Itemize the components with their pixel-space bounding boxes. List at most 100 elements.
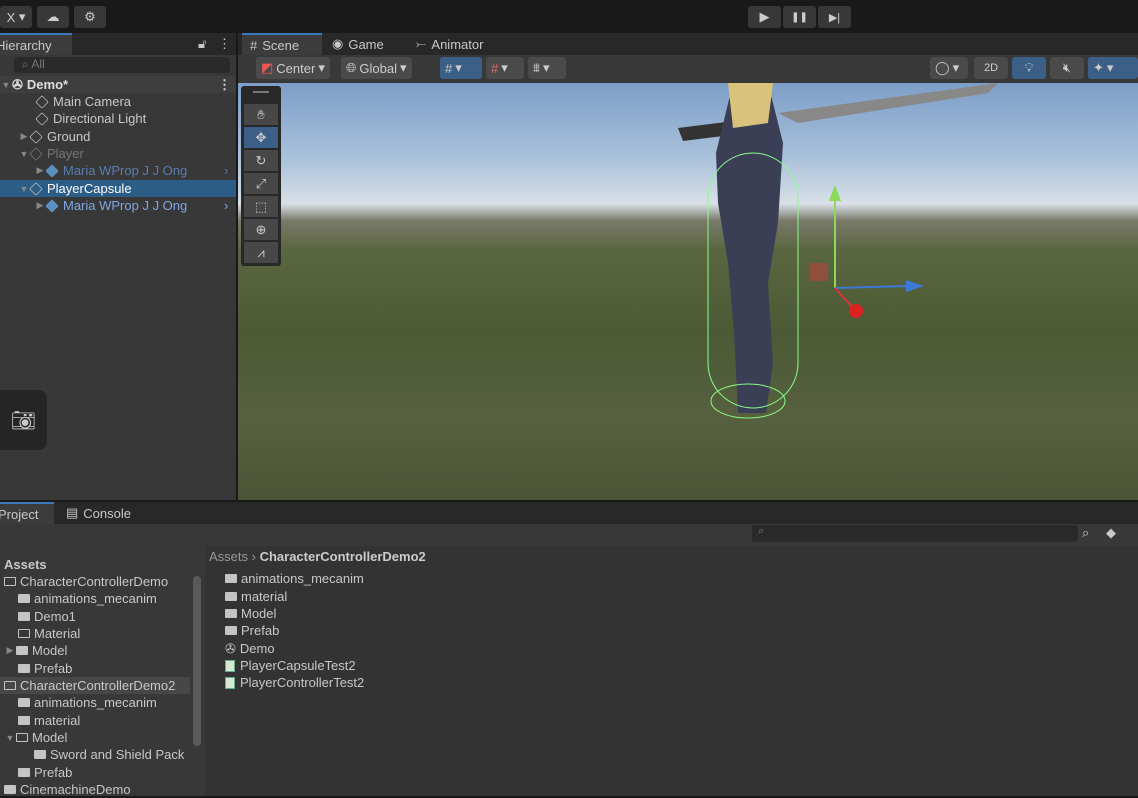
tree-scrollbar[interactable] <box>193 576 201 746</box>
file-item[interactable]: material <box>225 588 287 605</box>
file-item[interactable]: Prefab <box>225 622 279 639</box>
list-item[interactable]: ▶ Maria WProp J J Ong › <box>0 162 236 179</box>
list-item[interactable]: ▼ Player <box>0 145 236 162</box>
gizmo-x-handle[interactable] <box>849 304 863 318</box>
rect-tool[interactable]: ⬚ <box>244 196 278 217</box>
item-label: Prefab <box>34 661 73 676</box>
item-label: Model <box>32 643 68 658</box>
transform-icon: ⊕ <box>255 221 267 237</box>
cloud-button[interactable]: ☁ <box>37 6 69 28</box>
drag-handle[interactable] <box>253 91 269 93</box>
pause-button[interactable]: ❚❚ <box>783 6 816 28</box>
hierarchy-search-input[interactable]: ⌕ All <box>14 57 230 73</box>
gizmo-x-axis <box>834 287 854 309</box>
console-icon: ▤ <box>66 505 79 520</box>
effects-dropdown[interactable]: ✦ ▾ <box>1088 57 1138 79</box>
tab-animator[interactable]: ⤚ Animator <box>408 33 491 55</box>
hand-tool[interactable]: ✋︎ <box>244 104 278 125</box>
step-button[interactable]: ▶| <box>818 6 851 28</box>
tree-item[interactable]: ▼ Model <box>4 729 68 746</box>
tree-item[interactable]: Material <box>18 625 80 642</box>
main-toolbar: X ▾ ☁ ⚙ ▶ ❚❚ ▶| <box>0 0 1138 33</box>
tree-item[interactable]: Prefab <box>18 660 72 677</box>
tree-item[interactable]: animations_mecanim <box>18 694 157 711</box>
more-menu-icon[interactable]: ⋮ <box>218 77 231 93</box>
search-by-type-icon[interactable]: ⌕ <box>1082 525 1089 541</box>
tree-item[interactable]: CinemachineDemo <box>4 781 131 798</box>
prefab-icon <box>45 163 59 178</box>
grid-snap-button[interactable]: # ▾ <box>440 57 482 79</box>
tab-label: Project <box>0 506 39 522</box>
item-label: PlayerControllerTest2 <box>240 675 365 690</box>
account-dropdown[interactable]: X ▾ <box>0 6 32 28</box>
audio-toggle[interactable]: 🔇︎ <box>1050 57 1084 79</box>
tab-game[interactable]: ◉ Game <box>324 33 392 55</box>
space-dropdown[interactable]: 🌐︎ Global ▾ <box>341 57 412 79</box>
tab-project[interactable]: Project <box>0 502 54 524</box>
services-button[interactable]: ⚙ <box>74 6 106 28</box>
folder-open-icon <box>4 681 16 690</box>
lighting-toggle[interactable]: 💡︎ <box>1012 57 1046 79</box>
tab-console[interactable]: ▤ Console <box>58 502 139 524</box>
gizmo-y-arrow <box>829 185 841 201</box>
account-label: X <box>6 9 16 25</box>
pivot-dropdown[interactable]: ◩ Center ▾ <box>256 57 330 79</box>
chevron-right-icon[interactable]: › <box>224 198 228 213</box>
project-search-input[interactable]: ⌕ <box>752 525 1078 542</box>
hierarchy-panel: Hierarchy 🔓︎ ⋮ ⌕ All ▼ ✇ Demo* ⋮ Main Camer… <box>0 33 236 500</box>
hand-icon: ✋︎ <box>257 106 265 122</box>
tab-hierarchy[interactable]: Hierarchy <box>0 33 72 55</box>
item-label: CharacterControllerDemo2 <box>20 678 176 693</box>
breadcrumb-item[interactable]: CharacterControllerDemo2 <box>260 549 426 564</box>
list-item[interactable]: Directional Light <box>0 110 236 127</box>
grid-visibility-button[interactable]: ⩩ ▾ <box>528 57 566 79</box>
scene-row[interactable]: ▼ ✇ Demo* ⋮ <box>0 76 236 93</box>
breadcrumb-item[interactable]: Assets <box>209 549 248 564</box>
tree-item[interactable]: material <box>18 712 80 729</box>
tree-item[interactable]: Sword and Shield Pack <box>34 746 190 763</box>
list-item[interactable]: ▶ Ground <box>0 128 236 145</box>
scene-viewport[interactable]: ✋︎ ✥ ↻ ⤢ ⬚ ⊕ ⩘ <box>238 83 1138 500</box>
project-panel: Project ▤ Console ⌕ ⌕ ◆ Assets CharacterC… <box>0 502 1138 798</box>
file-item[interactable]: Model <box>225 605 276 622</box>
2d-toggle[interactable]: 2D <box>974 57 1008 79</box>
tree-item[interactable]: CharacterControllerDemo <box>4 573 168 590</box>
file-item[interactable]: PlayerControllerTest2 <box>225 674 364 691</box>
screenshot-button[interactable]: 📷︎ <box>0 390 47 450</box>
item-label: Main Camera <box>53 94 132 109</box>
lock-icon[interactable]: 🔓︎ <box>198 36 206 52</box>
play-icon: ▶ <box>759 9 770 24</box>
file-item[interactable]: PlayerCapsuleTest2 <box>225 657 356 674</box>
tree-item[interactable]: Prefab <box>18 764 72 781</box>
file-item[interactable]: ✇ Demo <box>225 640 275 657</box>
more-menu-icon[interactable]: ⋮ <box>218 36 231 52</box>
tab-scene[interactable]: # Scene <box>242 33 322 55</box>
snap-increment-button[interactable]: # ▾ <box>486 57 524 79</box>
cloud-icon: ☁ <box>46 9 60 24</box>
scene-label: Demo* <box>26 77 69 92</box>
play-button[interactable]: ▶ <box>748 6 781 28</box>
move-icon: ✥ <box>255 129 267 145</box>
tree-item[interactable]: ▶ Model <box>4 642 68 659</box>
rotate-tool[interactable]: ↻ <box>244 150 278 171</box>
transform-tool[interactable]: ⊕ <box>244 219 278 240</box>
expand-arrow-icon[interactable]: ▶ <box>18 131 30 142</box>
list-item[interactable]: ▼ PlayerCapsule <box>0 180 236 197</box>
chevron-right-icon[interactable]: › <box>224 163 228 178</box>
list-item[interactable]: ▶ Maria WProp J J Ong › <box>0 197 236 214</box>
draw-mode-dropdown[interactable]: ◯ ▾ <box>930 57 968 79</box>
unity-scene-icon: ✇ <box>225 640 236 656</box>
space-label: Global <box>359 60 397 76</box>
gameobject-icon <box>29 146 43 161</box>
move-tool[interactable]: ✥ <box>244 127 278 148</box>
list-item[interactable]: Main Camera <box>0 93 236 110</box>
tree-item[interactable]: Demo1 <box>18 608 76 625</box>
label-filter-icon[interactable]: ◆ <box>1106 525 1116 541</box>
tree-item-selected[interactable]: CharacterControllerDemo2 <box>0 677 190 694</box>
file-item[interactable]: animations_mecanim <box>225 570 364 587</box>
gizmo-plane-handle[interactable] <box>810 263 828 281</box>
tree-item[interactable]: Assets <box>4 556 47 573</box>
custom-tool[interactable]: ⩘ <box>244 242 278 263</box>
tree-item[interactable]: animations_mecanim <box>18 590 157 607</box>
scale-tool[interactable]: ⤢ <box>244 173 278 194</box>
